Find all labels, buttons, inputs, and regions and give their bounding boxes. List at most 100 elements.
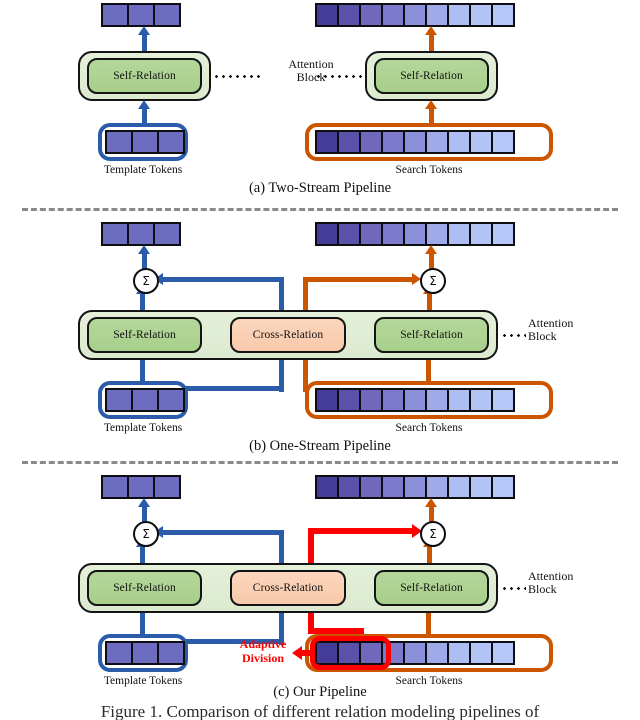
adaptive-division-line1: Adaptive (239, 637, 287, 651)
template-token (131, 388, 159, 412)
panel-b-title: (b) One-Stream Pipeline (249, 438, 391, 454)
self-relation-label: Self-Relation (113, 329, 176, 341)
search-token (359, 475, 383, 499)
panel-a-search-tokens-label: Search Tokens (395, 164, 463, 176)
search-token (359, 222, 383, 246)
self-relation-label: Self-Relation (113, 582, 176, 594)
panel-c-self-relation-template[interactable]: Self-Relation (87, 570, 202, 606)
self-relation-label: Self-Relation (400, 582, 463, 594)
panel-a-search-input-tokens (315, 130, 515, 154)
search-token (403, 222, 427, 246)
panel-c-search-sum-node[interactable]: Σ (420, 521, 446, 547)
self-relation-label: Self-Relation (400, 329, 463, 341)
panel-b-template-input-tokens (105, 388, 185, 412)
panel-a-template-input-tokens (105, 130, 185, 154)
sigma-glyph: Σ (142, 274, 150, 288)
search-token (447, 388, 471, 412)
figure-comparison-of-relation-modeling-pipelines: Self-Relation Self-Relation Attention Bl… (0, 0, 640, 720)
search-token (425, 3, 449, 27)
template-token (153, 475, 181, 499)
search-token (337, 388, 361, 412)
search-token (315, 222, 339, 246)
search-token (403, 475, 427, 499)
panel-c-template-output-tokens (101, 475, 181, 499)
paper-caption-cutoff: Figure 1. Comparison of different relati… (100, 702, 540, 720)
search-token (315, 475, 339, 499)
template-token (127, 475, 155, 499)
template-token (153, 3, 181, 27)
panel-c-self-relation-search[interactable]: Self-Relation (374, 570, 489, 606)
search-token (491, 475, 515, 499)
template-token (105, 641, 133, 665)
panel-c-dotted-connector (501, 587, 526, 590)
search-token (403, 130, 427, 154)
search-token (425, 130, 449, 154)
search-token (447, 475, 471, 499)
self-relation-label: Self-Relation (113, 70, 176, 82)
attention-block-line2: Block (528, 582, 557, 597)
panel-divider-bc (22, 461, 618, 464)
attention-block-line1: Attention (528, 316, 574, 330)
search-token (491, 641, 515, 665)
panel-c-adaptive-division-selection[interactable] (310, 636, 391, 670)
panel-b-search-output-tokens (315, 222, 515, 246)
panel-c-search-sigma-up-arrowhead (424, 498, 437, 507)
cross-relation-label: Cross-Relation (252, 582, 324, 594)
search-token (447, 641, 471, 665)
search-token (337, 130, 361, 154)
search-token (359, 3, 383, 27)
panel-b-search-input-tokens (315, 388, 515, 412)
search-token (469, 641, 493, 665)
search-token (469, 388, 493, 412)
panel-b-search-sum-node[interactable]: Σ (420, 268, 446, 294)
panel-a-dotted-connector-right (315, 75, 363, 78)
template-token (105, 388, 133, 412)
panel-b-template-tokens-label: Template Tokens (103, 422, 183, 434)
panel-c-blue-skip-top-line (160, 529, 284, 535)
search-token (337, 222, 361, 246)
panel-c-search-output-tokens (315, 475, 515, 499)
search-token (425, 475, 449, 499)
search-token (469, 130, 493, 154)
search-token (425, 222, 449, 246)
search-token (337, 3, 361, 27)
search-token (447, 222, 471, 246)
panel-a-self-relation-template[interactable]: Self-Relation (87, 58, 202, 94)
search-token (425, 388, 449, 412)
panel-a-template-tokens-label: Template Tokens (103, 164, 183, 176)
panel-b-self-relation-search[interactable]: Self-Relation (374, 317, 489, 353)
template-token (131, 130, 159, 154)
template-token (105, 130, 133, 154)
search-token (337, 475, 361, 499)
panel-c-cross-relation[interactable]: Cross-Relation (230, 570, 346, 606)
template-token (127, 222, 155, 246)
panel-b-self-relation-template[interactable]: Self-Relation (87, 317, 202, 353)
search-token (491, 130, 515, 154)
panel-a-template-output-tokens (101, 3, 181, 27)
search-token (403, 3, 427, 27)
search-token (425, 641, 449, 665)
panel-c-red-route-top-line (308, 528, 418, 534)
panel-c-template-sum-node[interactable]: Σ (133, 521, 159, 547)
template-token (157, 641, 185, 665)
panel-a-template-in-arrowhead (137, 100, 150, 109)
adaptive-division-label: Adaptive Division (228, 637, 298, 666)
cross-relation-label: Cross-Relation (252, 329, 324, 341)
search-token (447, 3, 471, 27)
search-token (381, 388, 405, 412)
panel-b-template-sum-node[interactable]: Σ (133, 268, 159, 294)
panel-a-search-output-tokens (315, 3, 515, 27)
search-token (403, 388, 427, 412)
attention-block-line1: Attention (528, 569, 574, 583)
panel-a-self-relation-search[interactable]: Self-Relation (374, 58, 489, 94)
search-token (359, 388, 383, 412)
panel-b-template-sigma-up-arrowhead (137, 245, 150, 254)
panel-c-template-sigma-up-arrowhead (137, 498, 150, 507)
search-token (403, 641, 427, 665)
adaptive-division-arrowhead (292, 645, 302, 660)
panel-b-cross-relation[interactable]: Cross-Relation (230, 317, 346, 353)
search-token (315, 3, 339, 27)
search-token (315, 388, 339, 412)
panel-c-title: (c) Our Pipeline (273, 684, 367, 700)
panel-a-template-up-arrowhead (137, 26, 150, 35)
